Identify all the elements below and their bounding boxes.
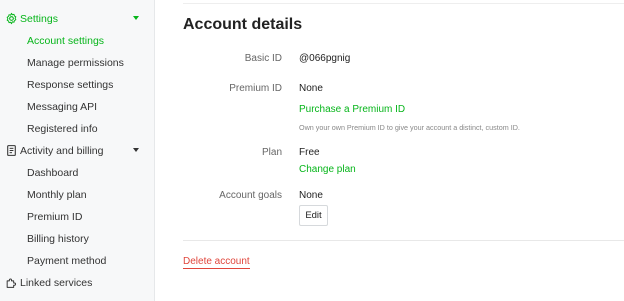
sidebar-item-premium-id[interactable]: Premium ID <box>27 211 82 223</box>
plan-label: Plan <box>261 147 282 158</box>
sidebar-section-linked-services[interactable]: Linked services <box>0 273 155 293</box>
sidebar-item-account-settings[interactable]: Account settings <box>27 35 104 47</box>
puzzle-icon <box>6 278 17 288</box>
delete-account-link[interactable]: Delete account <box>183 256 250 269</box>
sidebar-section-label: Activity and billing <box>20 145 104 157</box>
sidebar-item-messaging-api[interactable]: Messaging API <box>27 101 97 113</box>
sidebar-item-billing-history[interactable]: Billing history <box>27 233 89 245</box>
divider <box>183 3 624 4</box>
change-plan-link[interactable]: Change plan <box>299 164 356 175</box>
page-title: Account details <box>183 16 303 33</box>
plan-value: Free <box>299 147 320 158</box>
sidebar-item-dashboard[interactable]: Dashboard <box>27 167 78 179</box>
receipt-icon <box>7 145 16 156</box>
divider <box>183 240 624 241</box>
sidebar-section-settings[interactable]: Settings <box>0 9 155 29</box>
sidebar-item-registered-info[interactable]: Registered info <box>27 123 98 135</box>
sidebar-item-response-settings[interactable]: Response settings <box>27 79 113 91</box>
purchase-premium-id-link[interactable]: Purchase a Premium ID <box>299 104 405 115</box>
sidebar: Settings Account settings Manage permiss… <box>0 0 155 301</box>
premium-id-help-text: Own your own Premium ID to give your acc… <box>299 123 520 132</box>
sidebar-item-manage-permissions[interactable]: Manage permissions <box>27 57 124 69</box>
basic-id-label: Basic ID <box>244 53 282 64</box>
sidebar-section-label: Settings <box>20 13 58 25</box>
sidebar-section-billing[interactable]: Activity and billing <box>0 141 155 161</box>
basic-id-value: @066pgnig <box>299 53 351 64</box>
sidebar-section-label: Linked services <box>20 277 93 289</box>
chevron-down-icon[interactable] <box>133 148 139 152</box>
sidebar-item-payment-method[interactable]: Payment method <box>27 255 106 267</box>
premium-id-value: None <box>299 83 323 94</box>
account-goals-label: Account goals <box>219 190 282 201</box>
account-goals-value: None <box>299 190 323 201</box>
chevron-down-icon[interactable] <box>133 16 139 20</box>
sidebar-item-monthly-plan[interactable]: Monthly plan <box>27 189 87 201</box>
premium-id-label: Premium ID <box>229 83 282 94</box>
edit-account-goals-button[interactable]: Edit <box>299 205 328 226</box>
gear-icon <box>6 12 17 25</box>
